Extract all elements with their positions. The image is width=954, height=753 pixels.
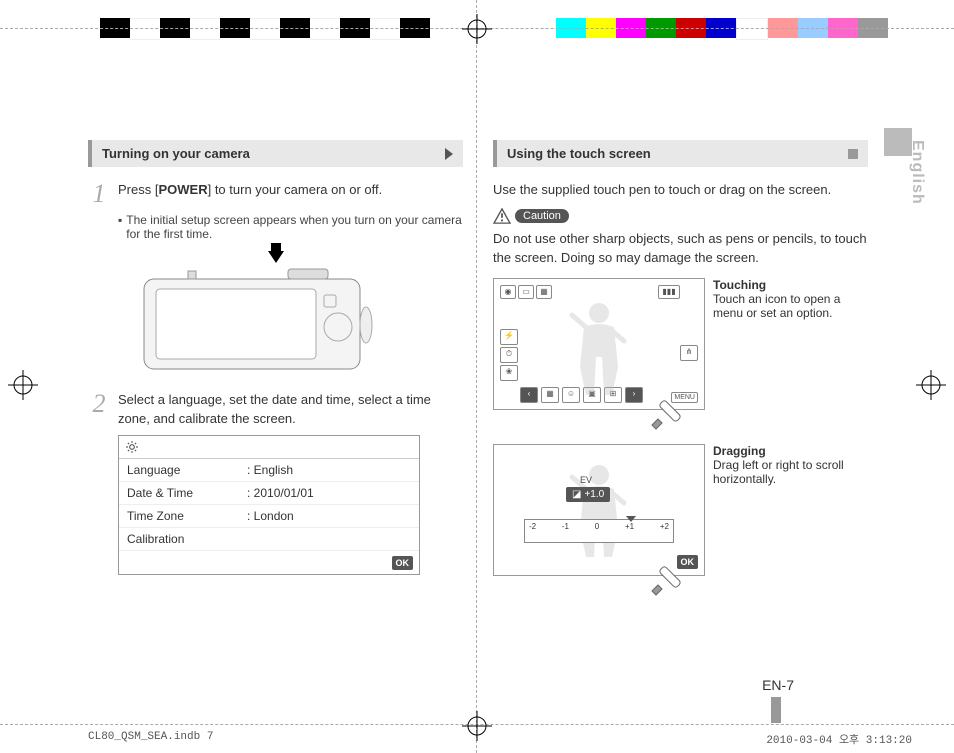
- page-number-bar: [771, 697, 781, 723]
- flash-icon: ⚡: [500, 329, 518, 345]
- left-column: Turning on your camera 1 Press [POWER] t…: [88, 140, 463, 700]
- ok-button[interactable]: OK: [392, 556, 414, 570]
- footer: CL80_QSM_SEA.indb 7 2010-03-04 오후 3:13:2…: [88, 731, 912, 747]
- section-title: Using the touch screen: [507, 146, 651, 161]
- settings-row-timezone: Time Zone: London: [119, 505, 419, 528]
- page-number: EN-7: [762, 677, 794, 693]
- ev-slider[interactable]: -2 -1 0 +1 +2: [524, 519, 674, 543]
- focus-icon: ❀: [500, 365, 518, 381]
- continue-arrow-icon: [445, 148, 453, 160]
- gear-icon: [125, 440, 139, 454]
- registration-mark-icon: [916, 370, 946, 400]
- dragging-title: Dragging: [713, 444, 766, 458]
- slider-thumb-icon: [626, 516, 636, 522]
- drag-screen-illustration: EV ◪+1.0 -2 -1 0 +1 +2 OK: [493, 444, 705, 576]
- caution-icon: [493, 208, 511, 224]
- camera-mode-icon: ◉: [500, 285, 516, 299]
- settings-ok-row: OK: [119, 551, 419, 574]
- person-silhouette-icon: [564, 459, 634, 559]
- power-button-label: POWER: [158, 182, 207, 197]
- settings-row-calibration: Calibration: [119, 528, 419, 551]
- step-text: Press [POWER] to turn your camera on or …: [118, 181, 463, 207]
- bullet-icon: ▪: [118, 213, 122, 241]
- ev-value-badge: ◪+1.0: [566, 487, 610, 502]
- down-arrow-icon: [268, 251, 284, 263]
- page-content: Turning on your camera 1 Press [POWER] t…: [88, 140, 868, 700]
- timer-icon: ⏱: [500, 347, 518, 363]
- quality-icon: ▦: [536, 285, 552, 299]
- wifi-icon: ⋔: [680, 345, 698, 361]
- caution-label: Caution: [515, 209, 569, 223]
- intro-text: Use the supplied touch pen to touch or d…: [493, 181, 868, 200]
- touching-title: Touching: [713, 278, 766, 292]
- caution-badge: Caution: [493, 208, 868, 224]
- settings-row-datetime: Date & Time: 2010/01/01: [119, 482, 419, 505]
- person-silhouette-icon: [564, 297, 634, 397]
- registration-mark-icon: [8, 370, 38, 400]
- touching-body: Touch an icon to open a menu or set an o…: [713, 292, 840, 320]
- step-text: Select a language, set the date and time…: [118, 391, 463, 429]
- settings-panel: Language: English Date & Time: 2010/01/0…: [118, 435, 420, 575]
- step-2: 2 Select a language, set the date and ti…: [88, 391, 463, 429]
- exposure-icon: ◪: [572, 489, 581, 500]
- touching-description: Touching Touch an icon to open a menu or…: [713, 278, 868, 410]
- step-number: 1: [88, 181, 110, 207]
- dragging-description: Dragging Drag left or right to scroll ho…: [713, 444, 868, 576]
- section-header-turning-on: Turning on your camera: [88, 140, 463, 167]
- touch-screen-illustration: ◉ ▭ ▦ ▮▮▮ ⚡ ⏱ ❀ ⋔ MENU ‹ ▦ ☺ ▣ ⊞ ›: [493, 278, 705, 410]
- stylus-icon: [642, 557, 686, 601]
- dragging-row: EV ◪+1.0 -2 -1 0 +1 +2 OK: [493, 444, 868, 576]
- caution-text: Do not use other sharp objects, such as …: [493, 230, 868, 268]
- camera-illustration: [138, 265, 378, 375]
- footer-file: CL80_QSM_SEA.indb 7: [88, 731, 213, 747]
- settings-title-row: [119, 436, 419, 459]
- section-title: Turning on your camera: [102, 146, 250, 161]
- step-1: 1 Press [POWER] to turn your camera on o…: [88, 181, 463, 207]
- ev-label: EV: [580, 475, 592, 485]
- right-column: Using the touch screen Use the supplied …: [493, 140, 868, 700]
- touching-row: ◉ ▭ ▦ ▮▮▮ ⚡ ⏱ ❀ ⋔ MENU ‹ ▦ ☺ ▣ ⊞ ›: [493, 278, 868, 410]
- step-number: 2: [88, 391, 110, 429]
- memory-icon: ▭: [518, 285, 534, 299]
- footer-timestamp: 2010-03-04 오후 3:13:20: [766, 731, 912, 747]
- step-1-note: ▪ The initial setup screen appears when …: [118, 213, 463, 241]
- battery-icon: ▮▮▮: [658, 285, 680, 299]
- dragging-body: Drag left or right to scroll horizontall…: [713, 458, 844, 486]
- settings-row-language: Language: English: [119, 459, 419, 482]
- section-end-icon: [848, 149, 858, 159]
- section-header-touch-screen: Using the touch screen: [493, 140, 868, 167]
- language-tab: English: [908, 140, 926, 205]
- stylus-icon: [642, 391, 686, 435]
- registration-mark-icon: [462, 14, 492, 44]
